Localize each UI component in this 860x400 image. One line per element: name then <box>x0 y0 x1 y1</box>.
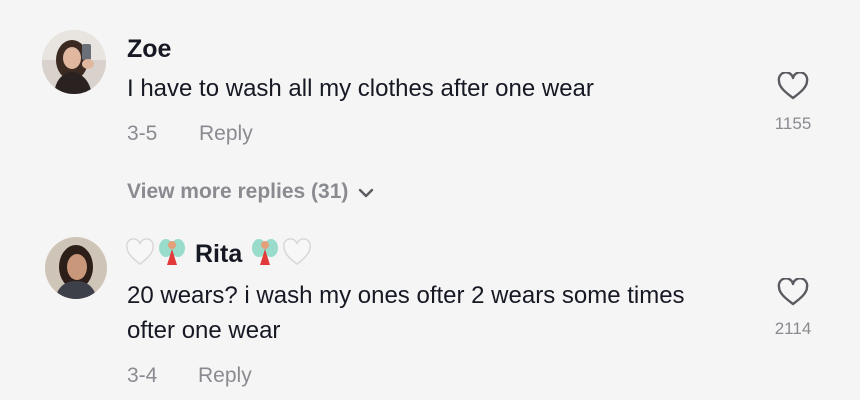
comment-name-row: Rita <box>125 237 312 272</box>
comment-date: 3-5 <box>127 122 158 145</box>
view-more-label: View more replies (31) <box>127 180 349 203</box>
chevron-down-icon <box>358 180 374 204</box>
comment-text-line: 20 wears? i wash my ones ofter 2 wears s… <box>127 282 685 309</box>
comment-text: I have to wash all my clothes after one … <box>127 75 594 102</box>
view-more-replies-button[interactable]: View more replies (31) <box>127 180 374 204</box>
avatar[interactable] <box>45 237 107 299</box>
heart-icon[interactable] <box>777 71 809 105</box>
comment-text-line: ofter one wear <box>127 317 281 344</box>
avatar[interactable] <box>42 30 106 94</box>
heart-icon[interactable] <box>777 277 809 311</box>
fairy-icon <box>157 237 187 272</box>
like-count: 2114 <box>774 319 812 338</box>
comment-username[interactable]: Zoe <box>127 35 171 64</box>
reply-button[interactable]: Reply <box>198 364 252 388</box>
like-count: 1155 <box>774 114 812 133</box>
comment-username[interactable]: Rita <box>195 240 242 269</box>
reply-button[interactable]: Reply <box>199 122 253 146</box>
white-heart-icon <box>282 238 312 271</box>
white-heart-icon <box>125 238 155 271</box>
comments-panel: Zoe I have to wash all my clothes after … <box>0 0 860 400</box>
fairy-icon <box>250 237 280 272</box>
comment-date: 3-4 <box>127 364 158 387</box>
